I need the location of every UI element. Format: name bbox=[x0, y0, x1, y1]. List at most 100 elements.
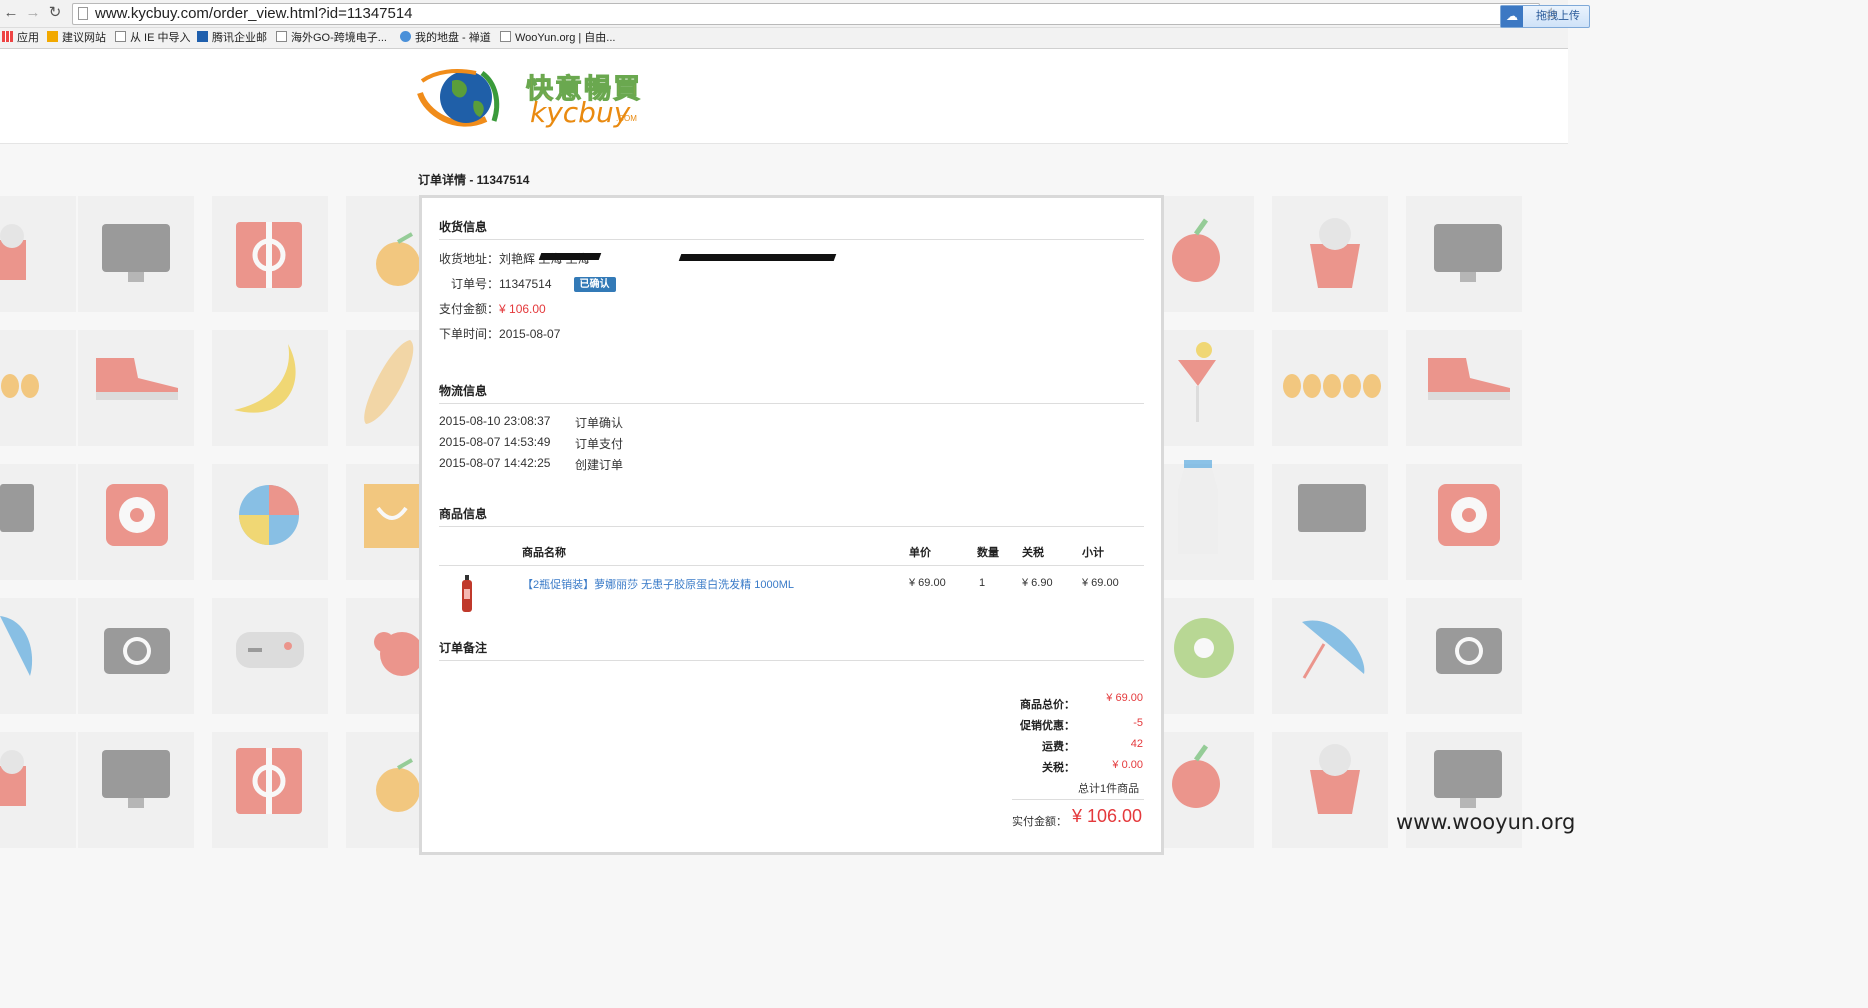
order-number-label: 订单号： bbox=[451, 277, 500, 291]
tomato-icon bbox=[374, 632, 420, 676]
logistics-time: 2015-08-07 14:53:49 bbox=[439, 435, 551, 449]
summary-value: 42 bbox=[1130, 738, 1143, 750]
ipod-icon bbox=[1438, 484, 1500, 546]
logistics-event: 订单支付 bbox=[575, 437, 624, 451]
page-icon bbox=[78, 7, 88, 20]
bookmark-wooyun[interactable]: WooYun.org | 自由... bbox=[500, 31, 615, 45]
popcorn-icon bbox=[1310, 744, 1360, 814]
bookmark-haiwaigo[interactable]: 海外GO-跨境电子... bbox=[276, 31, 387, 45]
divider bbox=[439, 403, 1144, 404]
bookmark-zentao[interactable]: 我的地盘 - 禅道 bbox=[400, 31, 491, 45]
final-amount-label: 实付金额： bbox=[1012, 816, 1067, 828]
milk-bottle-icon bbox=[1178, 460, 1218, 554]
mail-icon bbox=[197, 31, 208, 42]
camera-icon bbox=[104, 628, 170, 674]
summary-value: ¥ 69.00 bbox=[1106, 692, 1143, 704]
logistics-event: 订单确认 bbox=[575, 416, 624, 430]
page-title: 订单详情 - 11347514 bbox=[418, 173, 530, 187]
popcorn-icon bbox=[0, 224, 26, 280]
address-label: 收货地址： bbox=[439, 252, 500, 266]
final-amount-value: ¥ 106.00 bbox=[1072, 806, 1143, 826]
summary-value: -5 bbox=[1133, 717, 1143, 729]
status-badge: 已确认 bbox=[573, 277, 616, 292]
logistics-section-title: 物流信息 bbox=[439, 384, 488, 398]
reload-icon[interactable]: ↻ bbox=[46, 4, 64, 22]
bookmark-apps[interactable]: 应用 bbox=[2, 31, 39, 45]
address-bar[interactable]: www.kycbuy.com/order_view.html?id=113475… bbox=[72, 3, 1590, 28]
eggs-icon bbox=[1283, 374, 1381, 398]
divider bbox=[439, 526, 1144, 527]
order-date-row: 下单时间：2015-08-07 bbox=[439, 325, 560, 342]
summary-value: ¥ 0.00 bbox=[1112, 759, 1143, 771]
total-item-count: 总计1件商品 bbox=[1078, 783, 1140, 795]
product-qty: 1 bbox=[979, 577, 986, 589]
camera-icon bbox=[1436, 628, 1502, 674]
browser-toolbar: ← → ↻ www.kycbuy.com/order_view.html?id=… bbox=[0, 0, 1590, 28]
gift-icon bbox=[236, 222, 302, 288]
pay-amount-value: ¥ 106.00 bbox=[499, 302, 546, 316]
bookmark-tencent-mail[interactable]: 腾讯企业邮 bbox=[197, 31, 267, 45]
logistics-time: 2015-08-10 23:08:37 bbox=[439, 414, 551, 428]
kiwi-icon bbox=[1174, 618, 1234, 678]
site-logo[interactable]: 快意暢買 kycbuy .COM bbox=[416, 63, 656, 129]
logo-com-text: .COM bbox=[616, 114, 637, 123]
logistics-event: 创建订单 bbox=[575, 458, 624, 472]
bookmark-star-icon[interactable]: ☆ bbox=[1544, 4, 1558, 24]
pay-amount-row: 支付金额：¥ 106.00 bbox=[439, 300, 546, 317]
divider bbox=[439, 660, 1144, 661]
bookmarks-bar: 应用 建议网站 从 IE 中导入 腾讯企业邮 海外GO-跨境电子... 我的地盘… bbox=[0, 28, 1568, 49]
remark-section-title: 订单备注 bbox=[439, 641, 488, 655]
logo-english-text: kycbuy bbox=[530, 96, 631, 129]
apps-grid-icon bbox=[2, 31, 13, 42]
url-text[interactable]: www.kycbuy.com/order_view.html?id=113475… bbox=[95, 5, 413, 23]
umbrella-icon bbox=[0, 616, 33, 676]
umbrella-icon bbox=[1302, 620, 1365, 679]
laptop-icon bbox=[0, 484, 34, 532]
forward-icon[interactable]: → bbox=[24, 4, 42, 22]
sneaker-icon bbox=[1428, 358, 1510, 400]
apple-icon bbox=[1172, 744, 1220, 808]
summary-label: 关税： bbox=[1042, 762, 1075, 774]
redaction-mark bbox=[678, 254, 837, 261]
sneaker-icon bbox=[96, 358, 178, 400]
summary-label: 促销优惠： bbox=[1020, 720, 1075, 732]
order-date-label: 下单时间： bbox=[439, 327, 500, 341]
monitor-icon bbox=[1434, 750, 1502, 808]
site-header: 快意暢買 kycbuy .COM bbox=[0, 49, 1568, 144]
globe-icon bbox=[400, 31, 411, 42]
divider bbox=[1012, 799, 1144, 800]
order-number: 11347514 bbox=[499, 277, 552, 291]
bookmark-suggested[interactable]: 建议网站 bbox=[47, 31, 106, 45]
page-icon bbox=[500, 31, 511, 42]
product-thumbnail[interactable] bbox=[460, 575, 474, 613]
summary-label: 商品总价： bbox=[1020, 699, 1075, 711]
eggs-icon bbox=[1, 374, 39, 398]
goods-section-title: 商品信息 bbox=[439, 507, 488, 521]
popcorn-icon bbox=[0, 750, 26, 806]
product-name-link[interactable]: 【2瓶促销装】萝娜丽莎 无患子胶原蛋白洗发精 1000ML bbox=[522, 576, 794, 592]
folder-icon bbox=[115, 31, 126, 42]
divider bbox=[439, 239, 1144, 240]
order-date-value: 2015-08-07 bbox=[499, 327, 561, 341]
product-subtotal: ¥ 69.00 bbox=[1082, 577, 1119, 589]
bookmark-ie-import[interactable]: 从 IE 中导入 bbox=[115, 31, 191, 45]
back-icon[interactable]: ← bbox=[2, 4, 20, 22]
apple-icon bbox=[1172, 218, 1220, 282]
shopping-bag-icon bbox=[364, 484, 420, 548]
col-header-name: 商品名称 bbox=[522, 547, 566, 559]
redaction-mark bbox=[538, 253, 602, 260]
monitor-icon bbox=[102, 750, 170, 808]
page-icon bbox=[276, 31, 287, 42]
banana-icon bbox=[234, 344, 296, 413]
monitor-icon bbox=[1434, 224, 1502, 282]
watermark: www.wooyun.org bbox=[1396, 810, 1576, 834]
product-price: ¥ 69.00 bbox=[909, 577, 946, 589]
summary-label: 运费： bbox=[1042, 741, 1075, 753]
laptop-icon bbox=[1298, 484, 1366, 532]
pay-amount-label: 支付金额： bbox=[439, 302, 500, 316]
order-detail-panel: 收货信息 收货地址：刘艳辉 上海 上海 订单号：11347514已确认 支付金额… bbox=[419, 195, 1164, 855]
receive-section-title: 收货信息 bbox=[439, 220, 488, 234]
col-header-qty: 数量 bbox=[977, 547, 999, 559]
drink-icon bbox=[1178, 342, 1216, 422]
col-header-tax: 关税 bbox=[1022, 547, 1044, 559]
